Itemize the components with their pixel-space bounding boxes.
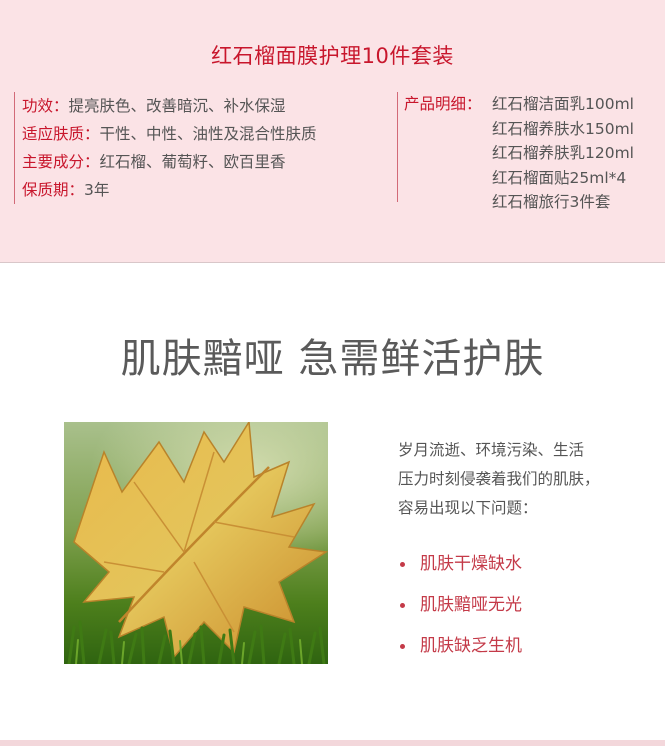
problem-text: 肌肤黯哑无光	[420, 595, 522, 615]
bullet-dot-icon	[400, 562, 405, 567]
product-item: 红石榴养肤乳120ml	[492, 144, 634, 162]
intro-text: 岁月流逝、环境污染、生活 压力时刻侵袭着我们的肌肤， 容易出现以下问题：	[398, 436, 648, 523]
product-item: 红石榴养肤水150ml	[492, 119, 634, 138]
product-item: 红石榴洁面乳100ml	[492, 95, 634, 113]
autumn-leaf-image	[64, 422, 328, 664]
bullet-dot-icon	[400, 644, 405, 649]
problem-item: 肌肤黯哑无光	[398, 585, 648, 626]
spec-label: 保质期：	[22, 181, 85, 199]
problem-item: 肌肤缺乏生机	[398, 626, 648, 667]
spec-value: 3年	[84, 181, 110, 199]
intro-line: 容易出现以下问题：	[398, 499, 538, 517]
product-item: 红石榴面贴25ml*4	[492, 168, 627, 187]
product-info-panel: 红石榴面膜护理10件套装 功效：提亮肤色、改善暗沉、补水保湿 适应肤质：干性、中…	[0, 0, 665, 262]
spec-label: 适应肤质：	[22, 125, 100, 143]
intro-line: 岁月流逝、环境污染、生活	[398, 441, 585, 459]
intro-line: 压力时刻侵袭着我们的肌肤，	[398, 470, 600, 488]
vertical-divider	[397, 92, 398, 202]
spec-value: 干性、中性、油性及混合性肤质	[99, 125, 317, 143]
spec-row-shelf-life: 保质期：3年	[22, 176, 400, 204]
spec-label: 主要成分：	[22, 153, 100, 171]
bullet-dot-icon	[400, 603, 405, 608]
product-set-title: 红石榴面膜护理10件套装	[211, 44, 454, 68]
spec-value: 提亮肤色、改善暗沉、补水保湿	[68, 97, 286, 115]
panel-divider	[0, 262, 665, 263]
spec-value: 红石榴、葡萄籽、欧百里香	[99, 153, 286, 171]
section-headline: 肌肤黯哑 急需鲜活护肤	[120, 336, 545, 382]
problem-text: 肌肤缺乏生机	[420, 636, 522, 656]
spec-row-ingredients: 主要成分：红石榴、葡萄籽、欧百里香	[22, 148, 400, 176]
bottom-strip	[0, 740, 665, 746]
product-details-label: 产品明细：	[404, 95, 482, 113]
problem-item: 肌肤干燥缺水	[398, 544, 648, 585]
problem-list: 肌肤干燥缺水 肌肤黯哑无光 肌肤缺乏生机	[398, 544, 648, 667]
spec-label: 功效：	[22, 97, 69, 115]
product-details-list: 红石榴洁面乳100ml 红石榴养肤水150ml 红石榴养肤乳120ml 红石榴面…	[492, 92, 665, 215]
spec-row-skin-type: 适应肤质：干性、中性、油性及混合性肤质	[22, 120, 400, 148]
product-item: 红石榴旅行3件套	[492, 193, 611, 211]
spec-row-effect: 功效：提亮肤色、改善暗沉、补水保湿	[22, 92, 400, 120]
spec-list: 功效：提亮肤色、改善暗沉、补水保湿 适应肤质：干性、中性、油性及混合性肤质 主要…	[14, 92, 400, 204]
problem-text: 肌肤干燥缺水	[420, 554, 522, 574]
